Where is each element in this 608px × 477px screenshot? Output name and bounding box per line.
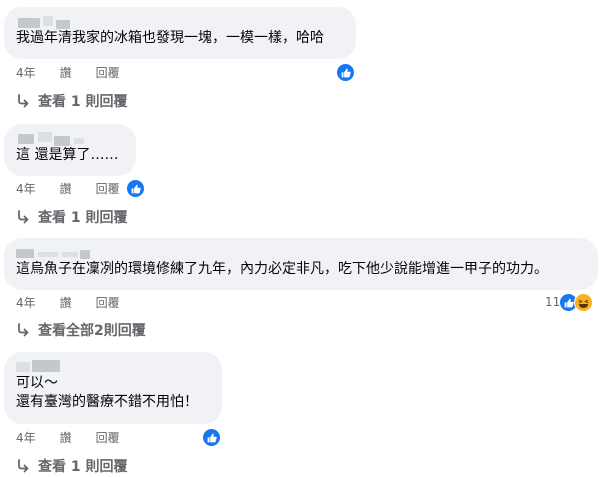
comment-time[interactable]: 4年 xyxy=(16,294,36,312)
view-replies-label: 查看 1 則回覆 xyxy=(38,94,128,110)
reply-arrow-icon xyxy=(18,94,29,108)
reaction-count[interactable]: 11 xyxy=(545,294,560,311)
view-replies-label: 查看 1 則回覆 xyxy=(38,459,128,475)
haha-icon[interactable] xyxy=(574,293,593,312)
comment-bubble: 我過年清我家的冰箱也發現一塊，一模一樣，哈哈 xyxy=(4,7,356,59)
reply-button[interactable]: 回覆 xyxy=(96,64,120,82)
like-button[interactable]: 讚 xyxy=(60,429,72,447)
view-replies-label: 查看全部2則回覆 xyxy=(38,323,146,339)
comment-bubble: 可以～ 還有臺灣的醫療不錯不用怕！ xyxy=(4,352,222,424)
comment-meta: 4年 讚 回覆 xyxy=(16,429,144,447)
reply-arrow-icon xyxy=(18,323,29,337)
like-icon[interactable] xyxy=(336,63,355,82)
view-replies-label: 查看 1 則回覆 xyxy=(38,210,128,226)
reply-arrow-icon xyxy=(18,459,29,473)
view-replies-link[interactable]: 查看 1 則回覆 xyxy=(16,456,128,476)
like-button[interactable]: 讚 xyxy=(60,294,72,312)
comment-bubble: 這 還是算了…… xyxy=(4,124,136,176)
comment-time[interactable]: 4年 xyxy=(16,429,36,447)
like-button[interactable]: 讚 xyxy=(60,180,72,198)
reply-button[interactable]: 回覆 xyxy=(96,429,120,447)
comment-text-line: 還有臺灣的醫療不錯不用怕！ xyxy=(16,394,198,410)
like-icon[interactable] xyxy=(202,428,221,447)
comment-meta: 4年 讚 回覆 xyxy=(16,294,144,312)
comment-text-line: 可以～ xyxy=(16,375,58,391)
reply-button[interactable]: 回覆 xyxy=(96,180,120,198)
author-name-redacted[interactable] xyxy=(16,15,344,29)
reply-arrow-icon xyxy=(18,210,29,224)
comment-text: 這 還是算了…… xyxy=(16,147,119,163)
comment-text: 這烏魚子在凜冽的環境修練了九年，內力必定非凡，吃下他少說能增進一甲子的功力。 xyxy=(16,261,548,277)
view-replies-link[interactable]: 查看 1 則回覆 xyxy=(16,207,128,227)
comment-meta: 4年 讚 回覆 xyxy=(16,180,144,198)
view-replies-link[interactable]: 查看全部2則回覆 xyxy=(16,320,146,340)
author-name-redacted[interactable] xyxy=(16,246,586,260)
author-name-redacted[interactable] xyxy=(16,132,124,146)
view-replies-link[interactable]: 查看 1 則回覆 xyxy=(16,91,128,111)
comment-meta: 4年 讚 回覆 xyxy=(16,64,144,82)
comment-text: 我過年清我家的冰箱也發現一塊，一模一樣，哈哈 xyxy=(16,30,324,46)
comment-bubble: 這烏魚子在凜冽的環境修練了九年，內力必定非凡，吃下他少說能增進一甲子的功力。 xyxy=(4,238,598,290)
comment-time[interactable]: 4年 xyxy=(16,64,36,82)
like-icon[interactable] xyxy=(126,179,145,198)
reply-button[interactable]: 回覆 xyxy=(96,294,120,312)
author-name-redacted[interactable] xyxy=(16,360,210,374)
like-button[interactable]: 讚 xyxy=(60,64,72,82)
comment-time[interactable]: 4年 xyxy=(16,180,36,198)
